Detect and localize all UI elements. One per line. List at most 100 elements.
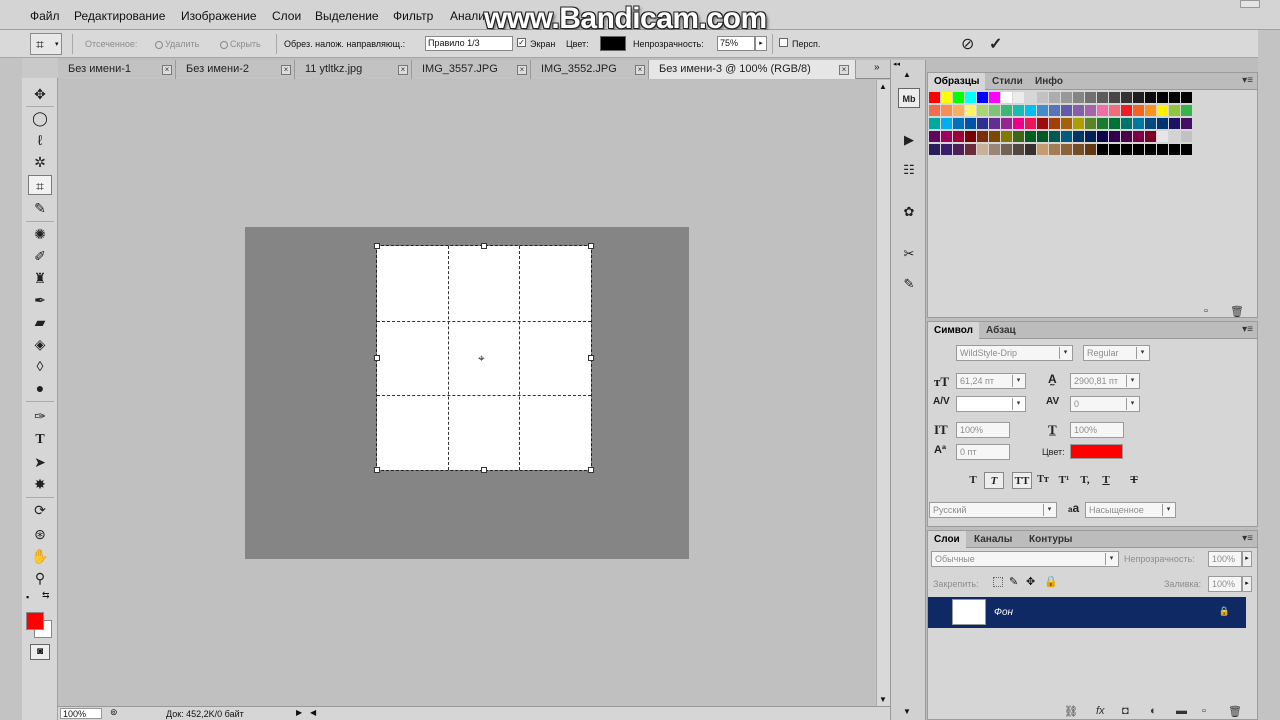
color-swatch[interactable] [1109,144,1120,155]
color-swatch[interactable] [929,144,940,155]
color-swatch[interactable] [1085,92,1096,103]
delete-radio[interactable]: Удалить [155,39,199,49]
color-swatch[interactable] [1097,131,1108,142]
vertical-scale-input[interactable]: 100% [956,422,1010,438]
tab-doc-3[interactable]: 11 ytltkz.jpg × [295,60,412,79]
new-group-icon[interactable]: ▬ [1176,705,1187,717]
color-swatch[interactable] [1157,105,1168,116]
color-swatch[interactable] [965,92,976,103]
color-swatch[interactable] [1025,92,1036,103]
color-swatch[interactable] [1181,131,1192,142]
lock-transparency-icon[interactable] [993,577,1003,587]
kerning-select[interactable]: ▾ [956,396,1026,412]
color-swatch[interactable] [941,118,952,129]
status-menu-icon[interactable]: ▶ [296,708,302,717]
layer-opacity-input[interactable]: 100% [1208,551,1242,567]
scroll-left-icon[interactable]: ◀ [310,708,316,717]
color-swatch[interactable] [989,144,1000,155]
faux-italic-button[interactable]: T [984,472,1004,489]
shield-color-swatch[interactable] [600,36,626,51]
color-swatch[interactable] [1013,105,1024,116]
tab-doc-2[interactable]: Без имени-2 × [176,60,295,79]
color-swatch[interactable] [1133,118,1144,129]
scroll-up-icon[interactable]: ▲ [879,82,887,91]
color-swatch[interactable] [1109,118,1120,129]
panel-menu-icon[interactable]: ▾≡ [1242,324,1253,335]
crop-handle-bottom-right[interactable] [588,467,594,473]
color-swatch[interactable] [1145,144,1156,155]
color-swatch[interactable] [989,105,1000,116]
adjustment-layer-icon[interactable]: ◐ [1150,705,1157,717]
new-swatch-icon[interactable]: ▫ [1204,305,1208,317]
color-swatch[interactable] [1061,105,1072,116]
tab-doc-5[interactable]: IMG_3552.JPG × [531,60,649,79]
close-icon[interactable]: × [839,65,849,75]
eraser-tool-icon[interactable]: ▰ [28,312,52,332]
dodge-tool-icon[interactable]: ● [28,378,52,398]
shape-tool-icon[interactable]: ✸ [28,474,52,494]
color-swatch[interactable] [1097,92,1108,103]
crop-handle-bottom-left[interactable] [374,467,380,473]
color-swatch[interactable] [1073,118,1084,129]
hide-radio[interactable]: Скрыть [220,39,261,49]
screen-checkbox[interactable]: ✓ [517,38,526,47]
color-swatch[interactable] [1157,92,1168,103]
color-swatch[interactable] [1061,92,1072,103]
color-swatch[interactable] [1025,144,1036,155]
color-swatch[interactable] [929,118,940,129]
font-size-input[interactable]: 61,24 пт ▾ [956,373,1026,389]
type-tool-icon[interactable]: T [28,430,52,450]
color-swatch[interactable] [1145,118,1156,129]
color-swatch[interactable] [953,144,964,155]
color-swatch[interactable] [1085,105,1096,116]
color-swatch[interactable] [1013,131,1024,142]
status-icon[interactable]: ⊚ [110,707,118,718]
menu-layers[interactable]: Слои [272,9,301,23]
color-swatch[interactable] [1049,92,1060,103]
tab-character[interactable]: Символ [928,322,979,339]
color-swatch[interactable] [1145,105,1156,116]
color-swatch[interactable] [1121,105,1132,116]
layer-row[interactable]: Фон 🔒 [928,597,1246,628]
path-selection-tool-icon[interactable]: ➤ [28,452,52,472]
crop-handle-bottom[interactable] [481,467,487,473]
magic-wand-tool-icon[interactable]: ✲ [28,152,52,172]
color-swatch[interactable] [1049,105,1060,116]
tracking-select[interactable]: 0 ▾ [1070,396,1140,412]
brush-presets-icon[interactable]: ✎ [898,274,920,294]
color-swatch[interactable] [1181,144,1192,155]
lock-position-icon[interactable]: ✥ [1026,575,1035,588]
color-swatch[interactable] [989,118,1000,129]
color-swatch[interactable] [1133,144,1144,155]
color-swatch[interactable] [1025,131,1036,142]
crop-handle-top[interactable] [481,243,487,249]
text-color-swatch[interactable] [1070,444,1123,459]
color-swatch[interactable] [1181,92,1192,103]
lasso-tool-icon[interactable]: ℓ [28,130,52,150]
color-swatch[interactable] [953,92,964,103]
tab-swatches[interactable]: Образцы [928,73,986,90]
panel-menu-icon[interactable]: ▾≡ [1242,533,1253,544]
perspective-checkbox[interactable] [779,38,788,47]
menu-select[interactable]: Выделение [315,9,379,23]
color-swatch[interactable] [1145,92,1156,103]
tool-preset-picker[interactable]: ⌗ ▾ [30,33,62,55]
history-icon[interactable]: ☷ [898,160,920,180]
menu-edit[interactable]: Редактирование [74,9,165,23]
hand-tool-icon[interactable]: ✋ [28,546,52,566]
color-swatch[interactable] [989,92,1000,103]
color-swatch[interactable] [953,118,964,129]
color-swatch[interactable] [1133,131,1144,142]
color-swatch[interactable] [1121,92,1132,103]
color-swatch[interactable] [953,131,964,142]
layer-mask-icon[interactable]: ◘ [1122,705,1129,717]
color-picker-icon[interactable]: ✿ [898,202,920,222]
color-swatch[interactable] [1121,118,1132,129]
opacity-slider-button[interactable]: ▸ [1242,551,1252,567]
layer-style-icon[interactable]: fx [1096,705,1105,717]
color-swatch[interactable] [977,131,988,142]
close-icon[interactable]: × [162,65,172,75]
color-swatch[interactable] [965,144,976,155]
lock-brush-icon[interactable]: ✎ [1009,575,1018,588]
color-swatch[interactable] [977,92,988,103]
